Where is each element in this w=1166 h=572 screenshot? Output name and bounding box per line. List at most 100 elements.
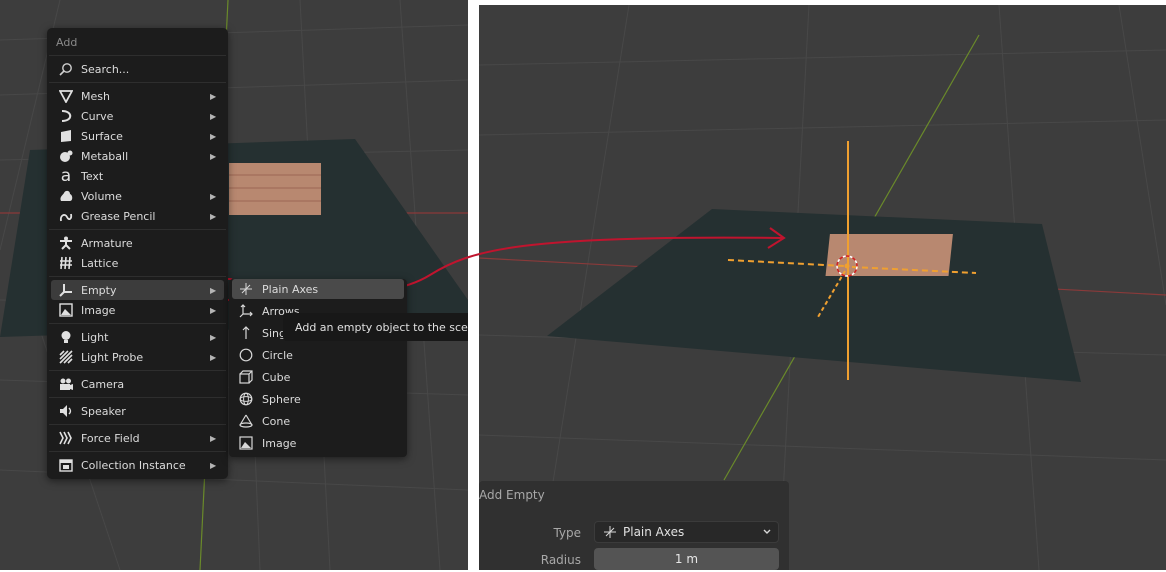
plain-axes-icon — [603, 525, 617, 539]
submenu-arrow-icon: ▶ — [210, 305, 217, 315]
menu-item-text[interactable]: a Text — [51, 166, 224, 186]
metaball-icon — [58, 148, 74, 164]
menu-item-light[interactable]: Light ▶ — [51, 327, 224, 347]
submenu-item-cube[interactable]: Cube — [232, 367, 404, 387]
menu-item-volume[interactable]: Volume ▶ — [51, 186, 224, 206]
divider — [49, 451, 226, 452]
grease-pencil-icon — [58, 208, 74, 224]
menu-item-light-probe[interactable]: Light Probe ▶ — [51, 347, 224, 367]
submenu-item-label: Circle — [262, 348, 293, 362]
submenu-item-label: Image — [262, 436, 297, 450]
surface-icon — [58, 128, 74, 144]
menu-item-label: Speaker — [81, 404, 126, 418]
submenu-item-label: Plain Axes — [262, 282, 319, 296]
submenu-arrow-icon: ▶ — [210, 285, 217, 295]
empty-icon — [58, 282, 74, 298]
menu-item-grease-pencil[interactable]: Grease Pencil ▶ — [51, 206, 224, 226]
submenu-item-image[interactable]: Image — [232, 433, 404, 453]
camera-icon — [58, 376, 74, 392]
submenu-item-sphere[interactable]: Sphere — [232, 389, 404, 409]
menu-item-mesh[interactable]: Mesh ▶ — [51, 86, 224, 106]
submenu-arrow-icon: ▶ — [210, 460, 217, 470]
submenu-arrow-icon: ▶ — [210, 211, 217, 221]
type-value: Plain Axes — [623, 525, 685, 539]
divider — [49, 82, 226, 83]
menu-item-label: Lattice — [81, 256, 119, 270]
menu-item-surface[interactable]: Surface ▶ — [51, 126, 224, 146]
submenu-item-circle[interactable]: Circle — [232, 345, 404, 365]
divider — [49, 397, 226, 398]
menu-item-label: Grease Pencil — [81, 209, 156, 223]
empty-submenu: Plain Axes Arrows Single Arrow Circle Cu… — [229, 279, 407, 457]
submenu-item-cone[interactable]: Cone — [232, 411, 404, 431]
submenu-item-label: Cone — [262, 414, 291, 428]
single-arrow-icon — [238, 325, 254, 341]
circle-icon — [238, 347, 254, 363]
submenu-item-plain-axes[interactable]: Plain Axes — [232, 279, 404, 299]
divider — [49, 276, 226, 277]
menu-item-metaball[interactable]: Metaball ▶ — [51, 146, 224, 166]
divider — [49, 229, 226, 230]
menu-item-force-field[interactable]: Force Field ▶ — [51, 428, 224, 448]
plain-axes-icon — [238, 281, 254, 297]
menu-item-label: Collection Instance — [81, 458, 186, 472]
submenu-arrow-icon: ▶ — [210, 111, 217, 121]
menu-item-label: Light Probe — [81, 350, 144, 364]
arrows-icon — [238, 303, 254, 319]
search-icon — [58, 61, 74, 77]
submenu-arrow-icon: ▶ — [210, 433, 217, 443]
submenu-item-label: Sphere — [262, 392, 301, 406]
radius-label: Radius — [540, 553, 581, 567]
divider — [49, 424, 226, 425]
submenu-arrow-icon: ▶ — [210, 191, 217, 201]
panel-title: Add Empty — [479, 488, 545, 502]
image-icon — [238, 435, 254, 451]
menu-item-label: Armature — [81, 236, 133, 250]
menu-item-image[interactable]: Image ▶ — [51, 300, 224, 320]
menu-item-empty[interactable]: Empty ▶ — [51, 280, 224, 300]
submenu-arrow-icon: ▶ — [210, 131, 217, 141]
force-field-icon — [58, 430, 74, 446]
sphere-icon — [238, 391, 254, 407]
menu-item-collection-instance[interactable]: Collection Instance ▶ — [51, 455, 224, 475]
menu-item-lattice[interactable]: Lattice — [51, 253, 224, 273]
search-item[interactable]: Search... — [51, 59, 224, 79]
search-label: Search... — [81, 62, 130, 76]
radius-field[interactable]: 1 m — [594, 548, 779, 570]
menu-title: Add — [56, 36, 78, 49]
menu-item-label: Volume — [81, 189, 122, 203]
mesh-cone-icon — [58, 88, 74, 104]
menu-item-speaker[interactable]: Speaker — [51, 401, 224, 421]
type-row: Type Plain Axes — [479, 521, 789, 545]
speaker-icon — [58, 403, 74, 419]
submenu-arrow-icon: ▶ — [210, 91, 217, 101]
menu-item-label: Metaball — [81, 149, 129, 163]
menu-item-camera[interactable]: Camera — [51, 374, 224, 394]
cube-icon — [238, 369, 254, 385]
submenu-arrow-icon: ▶ — [210, 352, 217, 362]
volume-icon — [58, 188, 74, 204]
add-empty-panel: Add Empty Type Plain Axes Radius 1 m — [479, 481, 789, 570]
tooltip: Add an empty object to the scene — [283, 313, 468, 341]
light-icon — [58, 329, 74, 345]
type-dropdown[interactable]: Plain Axes — [594, 521, 779, 543]
divider — [49, 370, 226, 371]
menu-item-label: Light — [81, 330, 109, 344]
radius-row: Radius 1 m — [479, 548, 789, 572]
menu-item-label: Camera — [81, 377, 125, 391]
submenu-arrow-icon: ▶ — [210, 332, 217, 342]
collection-instance-icon — [58, 457, 74, 473]
menu-item-label: Mesh — [81, 89, 110, 103]
menu-item-label: Curve — [81, 109, 114, 123]
image-icon — [58, 302, 74, 318]
armature-icon — [58, 235, 74, 251]
cone-icon — [238, 413, 254, 429]
submenu-arrow-icon: ▶ — [210, 151, 217, 161]
menu-item-armature[interactable]: Armature — [51, 233, 224, 253]
menu-item-label: Text — [81, 169, 104, 183]
divider — [49, 323, 226, 324]
text-icon: a — [60, 166, 72, 186]
menu-item-curve[interactable]: Curve ▶ — [51, 106, 224, 126]
menu-item-label: Surface — [81, 129, 123, 143]
light-probe-icon — [58, 349, 74, 365]
